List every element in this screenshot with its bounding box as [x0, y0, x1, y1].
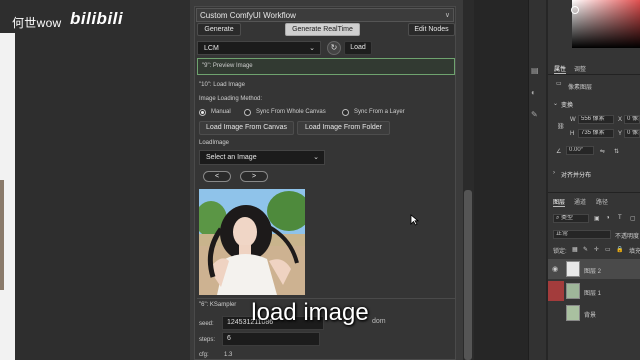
flip-vertical-icon[interactable]: ⇅: [614, 148, 619, 155]
left-canvas-area: [0, 0, 190, 360]
lock-position-icon[interactable]: ✛: [594, 246, 599, 253]
lock-artboard-icon[interactable]: ▭: [605, 246, 611, 253]
angle-input[interactable]: 0.00°: [566, 146, 594, 155]
brush-icon[interactable]: ✎: [531, 110, 543, 120]
watermark-user: 何世wow: [12, 16, 62, 30]
ps-icon-strip: [528, 0, 546, 360]
blend-mode-select[interactable]: 正常: [553, 230, 611, 239]
align-distribute-label: 对齐并分布: [561, 173, 592, 179]
link-icon[interactable]: ⛓: [557, 123, 565, 130]
filter-type-icon[interactable]: T: [618, 215, 622, 221]
radio-manual[interactable]: [199, 109, 206, 116]
workflow-title: Custom ComfyUI Workflow: [200, 11, 296, 20]
chevron-right-icon[interactable]: ›: [553, 170, 555, 176]
opacity-label: 不透明度: [615, 234, 640, 240]
tab-channels[interactable]: 通道: [574, 197, 586, 206]
pixel-layer-icon: ▭: [556, 81, 562, 87]
radio-sync-layer[interactable]: [342, 109, 349, 116]
loaded-image-thumbnail: [199, 189, 305, 295]
mouse-cursor-icon: [410, 214, 420, 228]
radio-sync-whole-canvas-label: Sync From Whole Canvas: [256, 109, 326, 115]
color-picker-field[interactable]: [572, 0, 640, 48]
chevron-down-icon: ⌄: [313, 154, 319, 161]
canvas-photo-edge: [0, 180, 4, 290]
ps-divider: [548, 74, 640, 75]
filter-adjust-icon[interactable]: ◑: [606, 215, 610, 221]
tab-paths[interactable]: 路径: [596, 197, 608, 206]
radio-manual-label: Manual: [211, 109, 231, 115]
chevron-down-icon: ⌄: [309, 45, 315, 52]
edit-nodes-button[interactable]: Edit Nodes: [408, 23, 455, 36]
angle-icon: ∠: [556, 149, 562, 155]
layer-thumbnail: [566, 283, 580, 299]
video-subtitle: load image: [251, 299, 369, 326]
transform-label: 变换: [561, 103, 574, 109]
filter-shape-icon[interactable]: ▢: [630, 215, 636, 222]
layer-thumbnail: [566, 261, 580, 277]
lock-label: 锁定:: [553, 249, 567, 255]
color-picker-handle[interactable]: [571, 6, 579, 14]
tab-layers[interactable]: 图层: [553, 197, 566, 207]
collapse-chevron-icon[interactable]: ∨: [445, 11, 450, 19]
fill-label: 填充: [629, 249, 640, 255]
generate-button[interactable]: Generate: [197, 23, 241, 36]
ps-divider: [548, 192, 640, 193]
loading-method-label: Image Loading Method:: [199, 96, 263, 102]
load-image-node-title: "10": Load Image: [199, 82, 245, 88]
lock-all-icon[interactable]: 🔒: [616, 246, 623, 253]
layer-thumbnail: [566, 305, 580, 321]
layer-name[interactable]: 图层 1: [584, 288, 601, 297]
watermark-bilibili-logo: bilibili: [70, 9, 124, 28]
adjust-icon[interactable]: ◐: [531, 88, 543, 98]
steps-label: steps:: [199, 337, 216, 343]
preview-image-node[interactable]: "9": Preview Image: [197, 58, 455, 75]
x-label: X: [618, 117, 623, 123]
generate-realtime-button[interactable]: Generate RealTime: [285, 23, 360, 36]
w-label: W: [570, 117, 576, 123]
tab-adjustments[interactable]: 调整: [574, 64, 586, 73]
layer-name[interactable]: 背景: [584, 310, 596, 319]
prev-image-button[interactable]: <: [203, 171, 231, 182]
cfg-value[interactable]: 1.3: [224, 352, 232, 358]
y-label: Y: [618, 131, 623, 137]
height-input[interactable]: 735 像素: [578, 129, 614, 138]
chevron-down-icon[interactable]: ⌄: [553, 100, 558, 107]
lock-pixels-icon[interactable]: ✎: [583, 246, 588, 253]
layer-filter-value: 类型: [561, 215, 574, 221]
pixel-layer-label: 像素图层: [568, 85, 593, 91]
next-image-button[interactable]: >: [240, 171, 268, 182]
history-icon[interactable]: ▤: [531, 66, 543, 76]
panel-scrollbar-thumb[interactable]: [464, 190, 472, 360]
loadimage-label: LoadImage: [199, 140, 230, 146]
layer-hidden-marker[interactable]: [548, 281, 564, 301]
image-select-value: Select an Image: [206, 154, 257, 161]
y-input[interactable]: 0 像素: [624, 129, 640, 138]
layer-filter-select[interactable]: ⌕ 类型: [553, 214, 589, 223]
h-label: H: [570, 131, 575, 137]
tab-properties[interactable]: 属性: [554, 64, 567, 74]
refresh-icon[interactable]: ↻: [327, 41, 341, 55]
image-select[interactable]: Select an Image ⌄: [199, 150, 325, 165]
filter-pixel-icon[interactable]: ▣: [594, 215, 600, 222]
x-input[interactable]: 0 像素: [624, 115, 640, 124]
cfg-label: cfg:: [199, 352, 209, 358]
load-from-folder-button[interactable]: Load Image From Folder: [297, 121, 390, 135]
model-select[interactable]: LCM ⌄: [197, 41, 321, 55]
load-button[interactable]: Load: [344, 41, 372, 55]
load-from-canvas-button[interactable]: Load Image From Canvas: [199, 121, 294, 135]
steps-input[interactable]: 6: [222, 332, 320, 346]
visibility-eye-icon[interactable]: ◉: [552, 265, 558, 273]
model-select-value: LCM: [204, 45, 219, 52]
width-input[interactable]: 556 像素: [578, 115, 614, 124]
workflow-title-bar[interactable]: Custom ComfyUI Workflow ∨: [196, 8, 454, 22]
layer-name[interactable]: 图层 2: [584, 266, 601, 275]
radio-sync-layer-label: Sync From a Layer: [354, 109, 405, 115]
lock-transparency-icon[interactable]: ▦: [572, 246, 578, 253]
radio-sync-whole-canvas[interactable]: [244, 109, 251, 116]
flip-horizontal-icon[interactable]: ⇋: [600, 148, 605, 155]
